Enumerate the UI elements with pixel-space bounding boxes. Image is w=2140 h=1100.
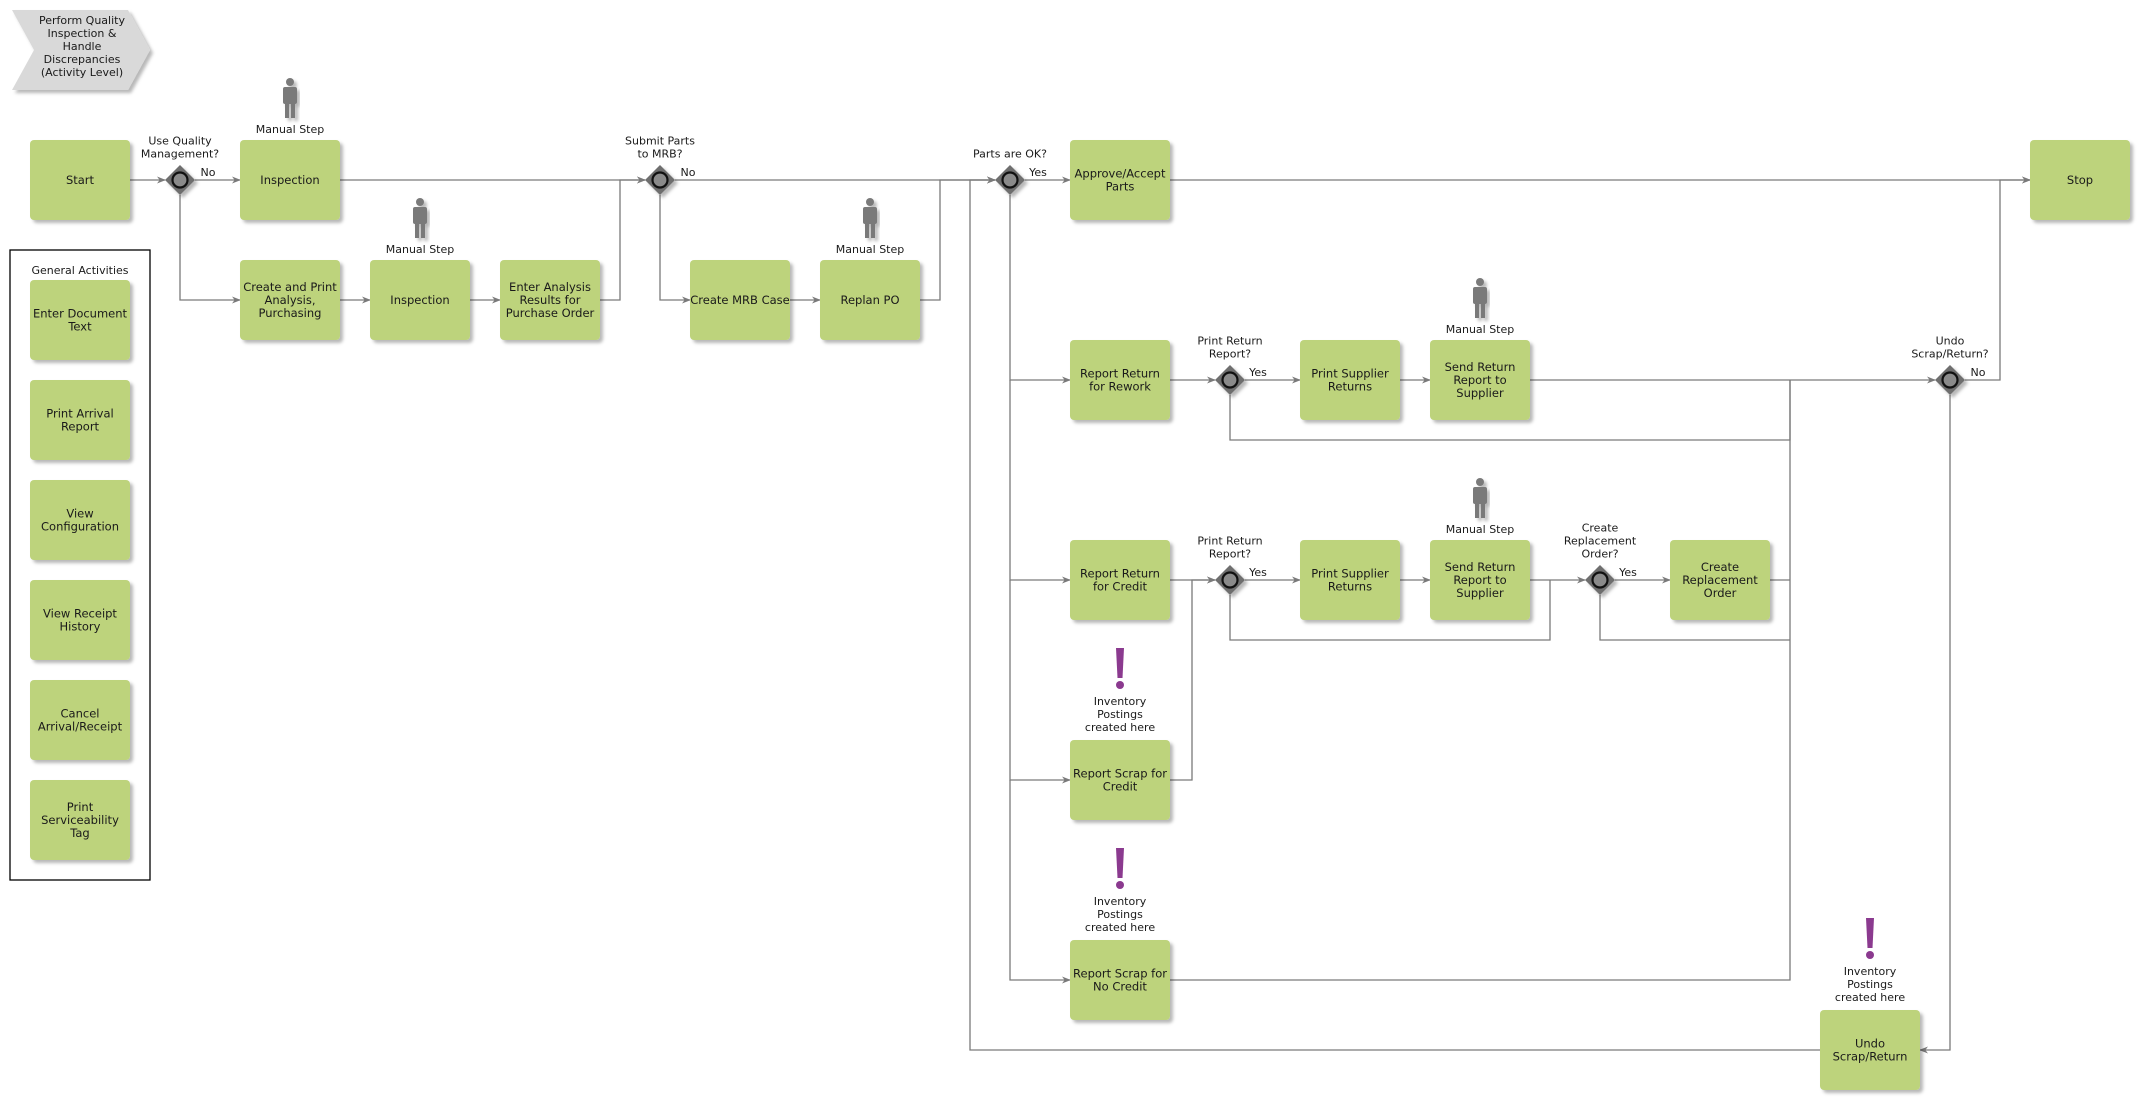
task-createPrint[interactable]: Create and Print Analysis, Purchasing: [240, 260, 340, 340]
sequence-flow: [1009, 195, 1071, 384]
manual-step-icon: [283, 78, 297, 118]
sequence-flow: [1170, 380, 1791, 981]
inventory-posting-icon: [1116, 648, 1124, 689]
task-printSup2[interactable]: Print Supplier Returns: [1300, 540, 1400, 620]
gateway-g1[interactable]: Use Quality Management? No: [141, 135, 219, 196]
manual-step-icon: [1473, 278, 1487, 318]
gateway-branch-label: Yes: [1248, 366, 1267, 379]
general-activity-ga2[interactable]: Print Arrival Report: [30, 380, 130, 460]
general-activity-ga4[interactable]: View Receipt History: [30, 580, 130, 660]
task-sendRet2[interactable]: Send Return Report to SupplierManual Step: [1430, 478, 1530, 620]
task-label: Inspection: [260, 173, 319, 187]
task-label: Stop: [2067, 173, 2093, 187]
gateway-branch-label: No: [681, 166, 696, 179]
gateway-circle-icon: [651, 171, 669, 189]
general-activity-ga5[interactable]: Cancel Arrival/Receipt: [30, 680, 130, 760]
task-replan[interactable]: Replan PO Manual Step: [820, 198, 920, 340]
task-label: Create MRB Case: [690, 293, 789, 307]
gateway-branch-label: No: [201, 166, 216, 179]
sequence-flow: [1009, 780, 1071, 984]
gateway-question: Create Replacement Order?: [1564, 522, 1637, 561]
gateway-circle-icon: [1221, 571, 1239, 589]
gateway-question: Submit Parts to MRB?: [625, 135, 695, 161]
gateway-circle-icon: [171, 171, 189, 189]
task-label: Report Return for Rework: [1080, 367, 1160, 394]
task-stop[interactable]: Stop: [2030, 140, 2130, 220]
gateway-branch-label: Yes: [1028, 166, 1047, 179]
gateway-g3[interactable]: Parts are OK? Yes: [973, 148, 1047, 196]
general-activity-ga6[interactable]: Print Serviceability Tag: [30, 780, 130, 860]
task-printSup1[interactable]: Print Supplier Returns: [1300, 340, 1400, 420]
manual-step-icon: [863, 198, 877, 238]
manual-step-label: Manual Step: [836, 243, 905, 256]
sequence-flow: [600, 176, 646, 301]
gateway-circle-icon: [1591, 571, 1609, 589]
process-title: Perform Quality Inspection & Handle Discrep…: [12, 10, 150, 90]
gateway-g5[interactable]: Print Return Report? Yes: [1197, 535, 1267, 596]
inventory-posting-label: Inventory Postings created here: [1085, 895, 1155, 934]
gateway-branch-label: Yes: [1618, 566, 1637, 579]
process-diagram: Perform Quality Inspection & Handle Discrep…: [9, 10, 2130, 1090]
gateway-question: Undo Scrap/Return?: [1911, 335, 1988, 361]
sequence-flow: [1170, 576, 1216, 781]
sequence-flow: [1919, 395, 1951, 1054]
inventory-posting-icon: [1866, 918, 1874, 959]
gateway-question: Parts are OK?: [973, 148, 1047, 161]
task-undo[interactable]: Undo Scrap/ReturnInventory Postings created…: [1820, 918, 1920, 1090]
manual-step-label: Manual Step: [1446, 323, 1515, 336]
task-sendRet1[interactable]: Send Return Report to SupplierManual Step: [1430, 278, 1530, 420]
inventory-posting-label: Inventory Postings created here: [1835, 965, 1905, 1004]
gateway-circle-icon: [1941, 371, 1959, 389]
gateway-g2[interactable]: Submit Parts to MRB? No: [625, 135, 696, 196]
general-activities-panel: General Activities Enter Document Text Pri…: [9, 249, 151, 881]
task-label: Start: [66, 173, 95, 187]
gateway-g4[interactable]: Print Return Report? Yes: [1197, 335, 1267, 396]
task-approve[interactable]: Approve/Accept Parts: [1070, 140, 1170, 220]
gateway-question: Print Return Report?: [1197, 335, 1262, 361]
general-activity-ga3[interactable]: View Configuration: [30, 480, 130, 560]
sequence-flow: [659, 195, 691, 304]
general-activity-ga1[interactable]: Enter Document Text: [30, 280, 130, 360]
gateway-question: Use Quality Management?: [141, 135, 219, 161]
sequence-flow: [179, 195, 241, 304]
gateway-circle-icon: [1001, 171, 1019, 189]
task-start[interactable]: Start: [30, 140, 130, 220]
task-scrapNoCredit[interactable]: Report Scrap for No CreditInventory Postin…: [1070, 848, 1170, 1020]
panel-heading: General Activities: [31, 264, 128, 277]
gateway-branch-label: Yes: [1248, 566, 1267, 579]
inventory-posting-icon: [1116, 848, 1124, 889]
gateway-branch-label: No: [1971, 366, 1986, 379]
task-insp2[interactable]: Inspection Manual Step: [370, 198, 470, 340]
manual-step-label: Manual Step: [256, 123, 325, 136]
manual-step-label: Manual Step: [1446, 523, 1515, 536]
task-enterResults[interactable]: Enter Analysis Results for Purchase Order: [500, 260, 600, 340]
flow-nodes: Start Inspection Manual Step Create and Pri…: [30, 78, 2130, 1090]
gateway-question: Print Return Report?: [1197, 535, 1262, 561]
sequence-flow: [1009, 580, 1071, 784]
inventory-posting-label: Inventory Postings created here: [1085, 695, 1155, 734]
manual-step-label: Manual Step: [386, 243, 455, 256]
gateway-g7[interactable]: Undo Scrap/Return? No: [1911, 335, 1989, 396]
task-credit[interactable]: Report Return for Credit: [1070, 540, 1170, 620]
task-createMrb[interactable]: Create MRB Case: [690, 260, 790, 340]
task-label: Inspection: [390, 293, 449, 307]
sequence-flow: [920, 176, 996, 301]
gateway-g6[interactable]: Create Replacement Order? Yes: [1564, 522, 1637, 596]
task-insp1[interactable]: Inspection Manual Step: [240, 78, 340, 220]
manual-step-icon: [1473, 478, 1487, 518]
task-createRepl[interactable]: Create Replacement Order: [1670, 540, 1770, 620]
gateway-circle-icon: [1221, 371, 1239, 389]
task-scrapCredit[interactable]: Report Scrap for CreditInventory Postings c…: [1070, 648, 1170, 820]
sequence-flow: [1009, 380, 1071, 584]
task-rework[interactable]: Report Return for Rework: [1070, 340, 1170, 420]
task-label: Replan PO: [840, 293, 899, 307]
manual-step-icon: [413, 198, 427, 238]
